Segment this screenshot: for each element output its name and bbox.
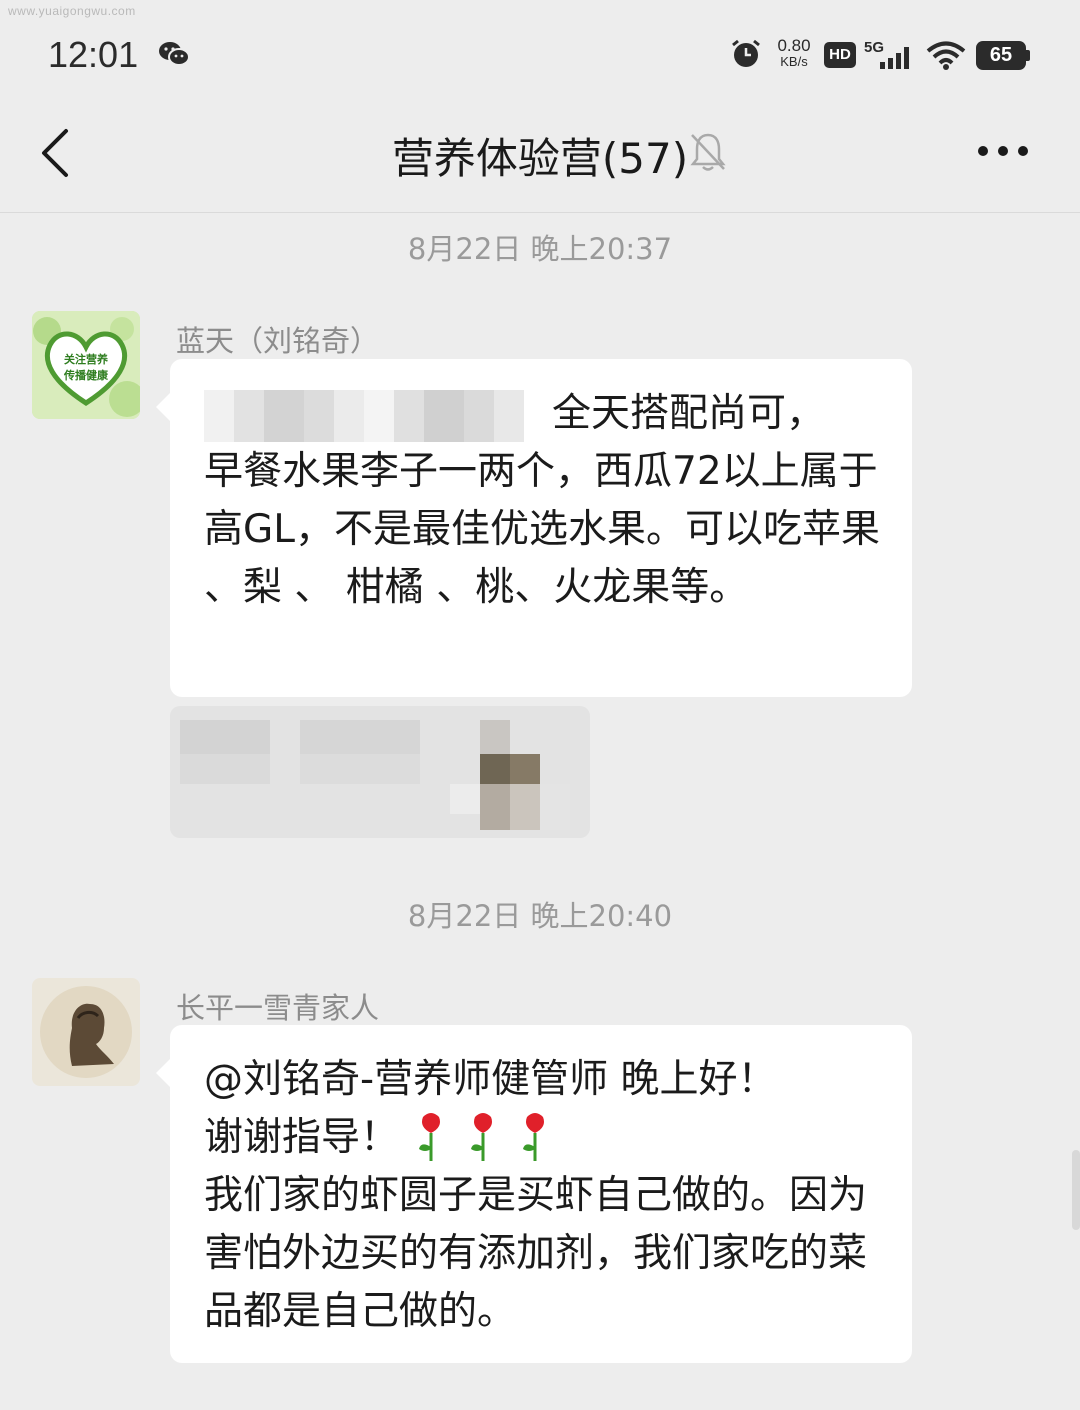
network-type: 5G — [864, 39, 884, 56]
message-bubble[interactable]: @刘铭奇-营养师健管师 晚上好！ 谢谢指导！ 我们家的虾圆子是买虾自己做的。因为… — [156, 1025, 912, 1363]
sender-avatar[interactable] — [32, 978, 140, 1086]
message-bubble[interactable]: 全天搭配尚可， 早餐水果李子一两个，西瓜72以上属于高GL，不是最佳优选水果。可… — [156, 359, 912, 697]
scrollbar[interactable] — [1072, 1150, 1080, 1230]
battery-tip — [1026, 50, 1030, 61]
hd-icon: HD — [824, 42, 856, 68]
battery-icon: 65 — [976, 41, 1030, 70]
message-text: 早餐水果李子一两个，西瓜72以上属于高GL，不是最佳优选水果。可以吃苹果 、梨 … — [204, 449, 880, 610]
chat-title-container: 营养体验营(57) — [0, 125, 1080, 186]
wifi-icon — [926, 41, 966, 70]
mute-bell-icon — [690, 133, 726, 171]
status-bar: 12:01 0.80 KB/s HD 5G 65 — [0, 0, 1080, 105]
blurred-mention — [204, 389, 534, 442]
sender-name: 长平一雪青家人 — [176, 991, 380, 1025]
message-thanks: 谢谢指导！ — [204, 1115, 400, 1160]
more-icon[interactable] — [976, 143, 1030, 159]
rose-icon — [471, 1113, 493, 1161]
quoted-reply-card[interactable] — [170, 706, 590, 838]
rose-icon — [523, 1113, 545, 1161]
message-text-first-line: 全天搭配尚可， — [552, 391, 826, 436]
message-timestamp: 8月22日 晚上20:37 — [407, 232, 673, 266]
portrait-avatar — [32, 978, 140, 1086]
sender-name: 蓝天（刘铭奇） — [176, 324, 380, 358]
heart-wreath-avatar: 关注营养 传播健康 — [32, 311, 140, 419]
chat-header: 营养体验营(57) — [0, 105, 1080, 213]
avatar-text-line1: 关注营养 — [64, 352, 109, 366]
sender-avatar[interactable]: 关注营养 传播健康 — [32, 311, 140, 419]
chat-title[interactable]: 营养体验营(57) — [392, 125, 688, 186]
message-text: 我们家的虾圆子是买虾自己做的。因为害怕外边买的有添加剂，我们家吃的菜品都是自己做… — [204, 1173, 868, 1334]
signal-icon: 5G — [864, 39, 909, 69]
message-timestamp: 8月22日 晚上20:40 — [407, 899, 673, 933]
wechat-icon — [159, 42, 190, 66]
alarm-icon — [732, 39, 760, 67]
net-speed-unit: KB/s — [780, 54, 808, 69]
battery-level: 65 — [976, 41, 1026, 70]
message-mention-line: @刘铭奇-营养师健管师 晚上好！ — [204, 1057, 777, 1102]
net-speed-value: 0.80 — [777, 36, 811, 55]
status-time: 12:01 — [48, 34, 139, 75]
avatar-text-line2: 传播健康 — [63, 368, 109, 382]
net-speed: 0.80 KB/s — [772, 36, 816, 70]
rose-icon — [419, 1113, 441, 1161]
